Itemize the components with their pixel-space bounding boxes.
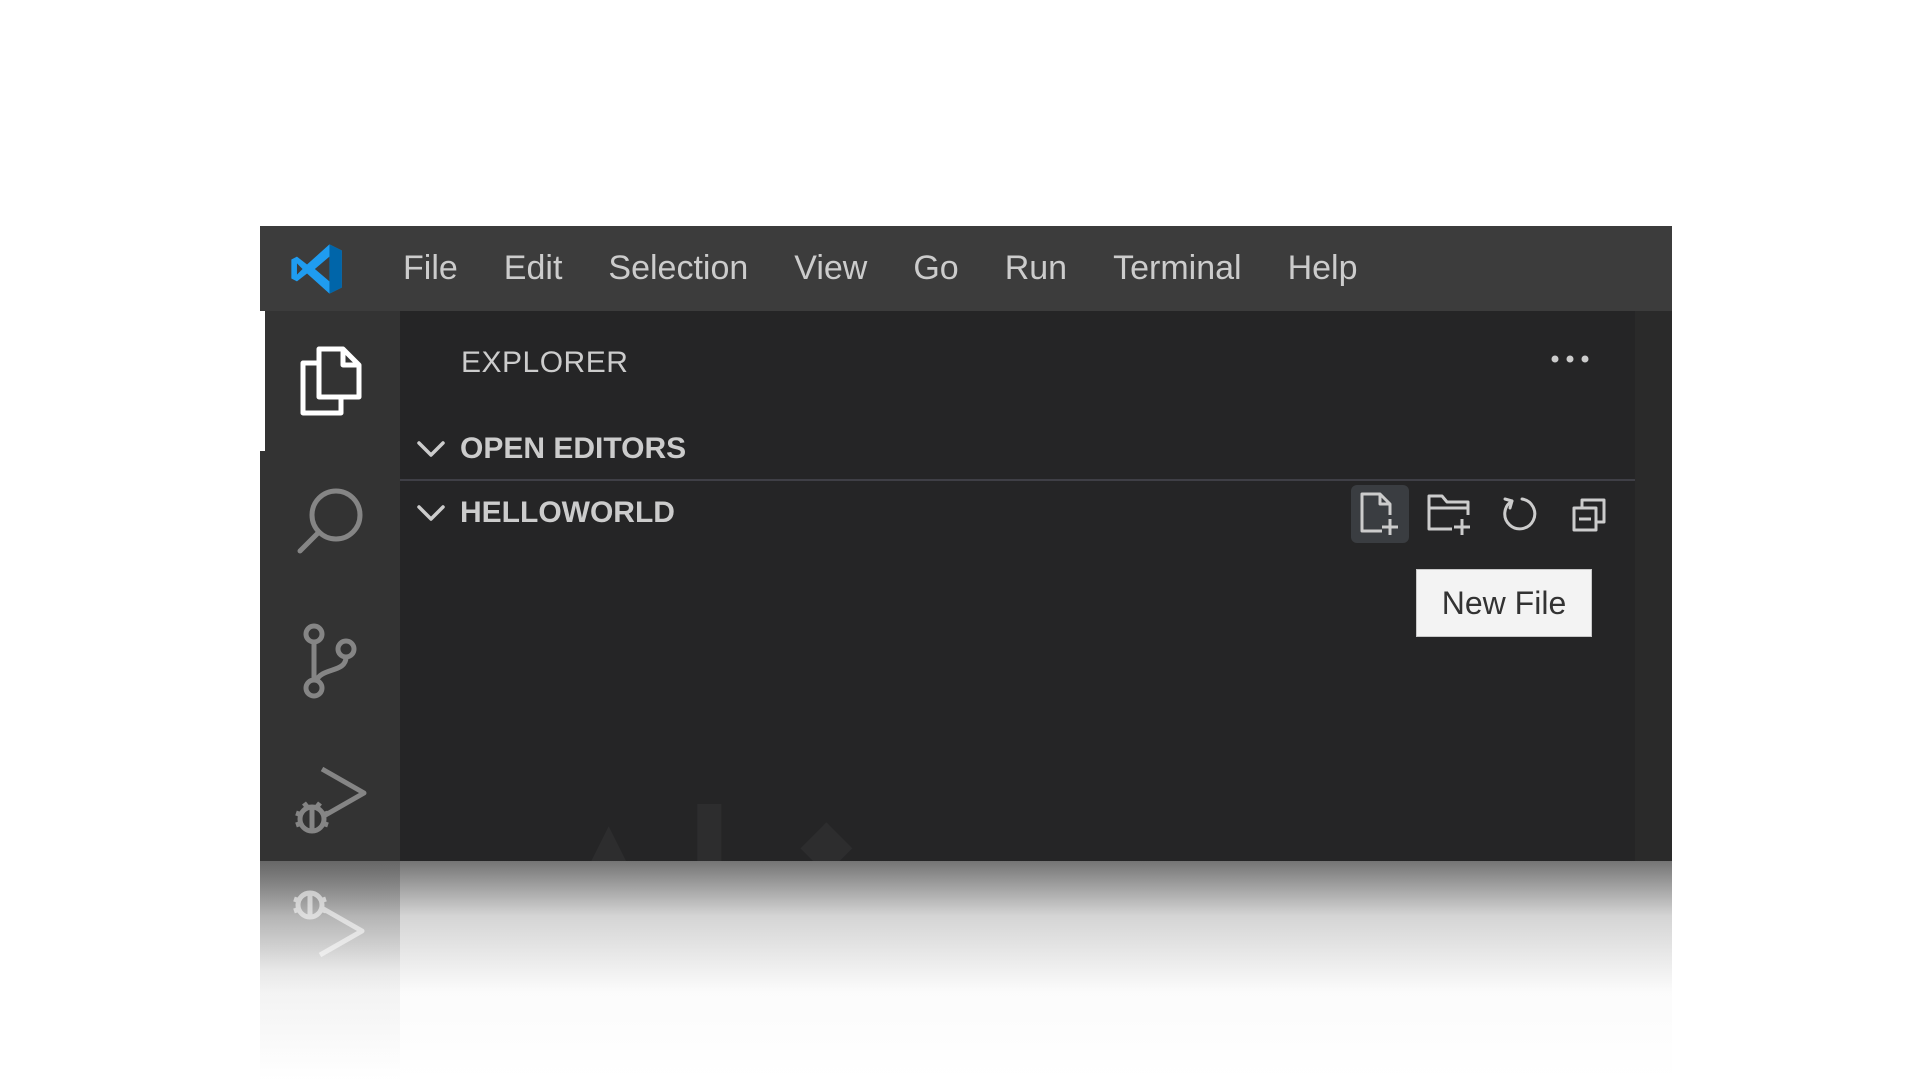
activity-run-debug[interactable] <box>260 731 400 861</box>
new-file-icon <box>1358 491 1402 537</box>
vscode-logo-icon <box>284 237 348 301</box>
explorer-icon <box>297 345 363 417</box>
chevron-down-icon <box>414 432 448 466</box>
activity-source-control[interactable] <box>260 591 400 731</box>
watermark: ▲ ▌ ◆ <box>575 805 871 861</box>
folder-actions <box>1339 485 1619 543</box>
sidebar-header: EXPLORER <box>400 311 1635 415</box>
explorer-title: EXPLORER <box>461 346 629 379</box>
menu-bar: File Edit Selection View Go Run Terminal… <box>380 226 1381 311</box>
section-label-helloworld: HELLOWORLD <box>460 496 675 529</box>
activity-explorer[interactable] <box>260 311 400 451</box>
run-debug-icon <box>290 885 366 961</box>
section-label-open-editors: OPEN EDITORS <box>460 432 687 465</box>
collapse-all-button[interactable] <box>1561 485 1619 543</box>
activity-bar <box>260 311 400 861</box>
refresh-icon <box>1500 494 1540 534</box>
new-file-tooltip: New File <box>1416 569 1592 637</box>
more-actions-icon <box>1550 354 1590 364</box>
new-folder-button[interactable] <box>1421 485 1479 543</box>
new-file-button[interactable] <box>1351 485 1409 543</box>
source-control-icon <box>300 623 360 699</box>
section-helloworld[interactable]: HELLOWORLD <box>400 481 1635 545</box>
title-bar: File Edit Selection View Go Run Terminal… <box>260 226 1672 311</box>
screen: File Edit Selection View Go Run Terminal… <box>0 0 1920 1080</box>
menu-run[interactable]: Run <box>982 226 1090 311</box>
activity-search[interactable] <box>260 451 400 591</box>
sidebar-scrollbar[interactable] <box>1635 311 1672 861</box>
section-open-editors[interactable]: OPEN EDITORS <box>400 417 1635 481</box>
menu-go[interactable]: Go <box>890 226 981 311</box>
window-reflection <box>260 861 1672 1080</box>
menu-terminal[interactable]: Terminal <box>1090 226 1264 311</box>
menu-selection[interactable]: Selection <box>585 226 771 311</box>
menu-edit[interactable]: Edit <box>481 226 586 311</box>
chevron-down-icon <box>414 496 448 530</box>
more-actions-button[interactable] <box>1545 337 1595 381</box>
new-folder-icon <box>1426 491 1474 537</box>
menu-view[interactable]: View <box>771 226 890 311</box>
vscode-window: File Edit Selection View Go Run Terminal… <box>260 226 1672 861</box>
refresh-button[interactable] <box>1491 485 1549 543</box>
search-icon <box>294 485 366 557</box>
run-debug-icon <box>292 763 368 839</box>
collapse-all-icon <box>1570 494 1610 534</box>
menu-file[interactable]: File <box>380 226 481 311</box>
menu-help[interactable]: Help <box>1265 226 1381 311</box>
